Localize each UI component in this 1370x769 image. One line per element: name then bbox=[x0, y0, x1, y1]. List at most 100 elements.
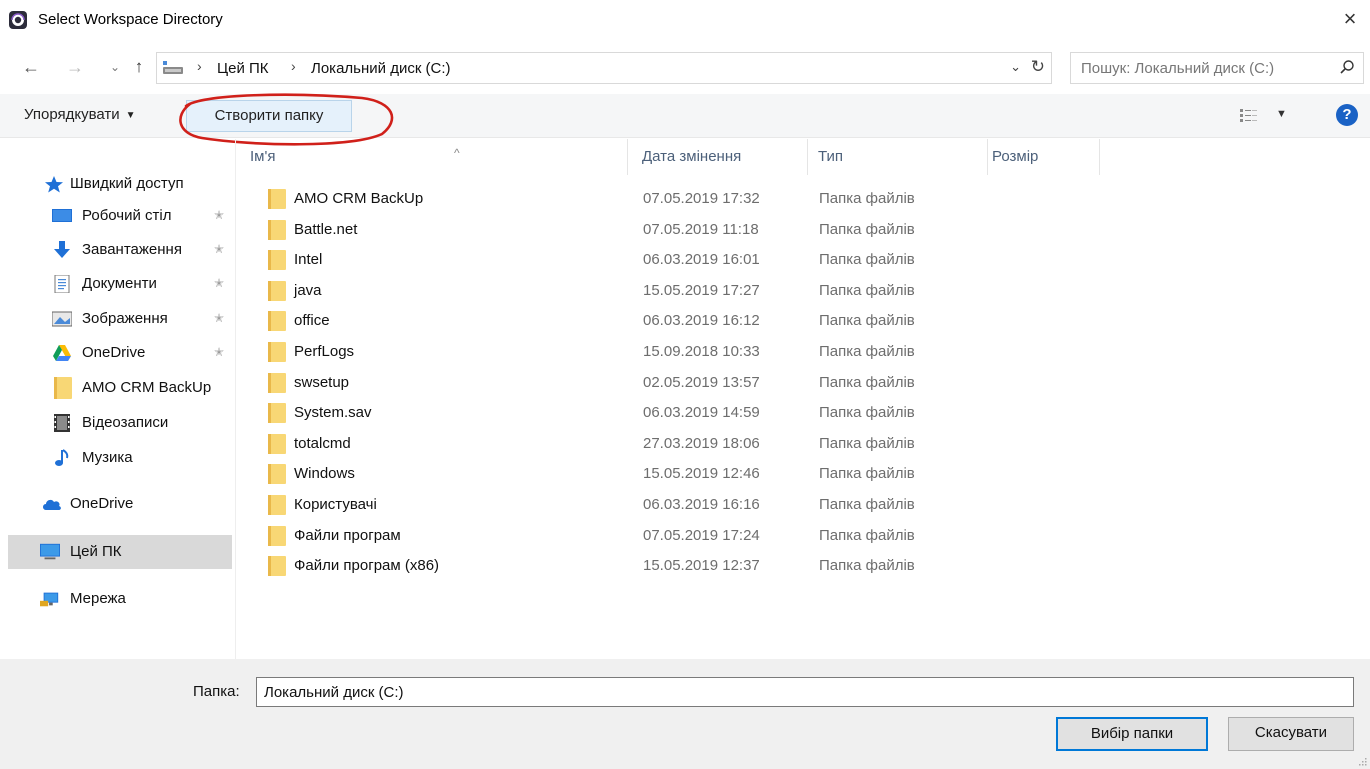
file-date: 15.05.2019 12:37 bbox=[643, 557, 760, 575]
forward-button[interactable]: → bbox=[64, 56, 86, 78]
file-name: PerfLogs bbox=[294, 343, 355, 360]
breadcrumb-separator: › bbox=[197, 58, 202, 74]
download-icon bbox=[54, 241, 70, 258]
file-date: 15.05.2019 12:46 bbox=[643, 465, 760, 483]
folder-icon bbox=[268, 525, 286, 546]
table-row[interactable]: office 06.03.2019 16:12 Папка файлів bbox=[258, 306, 1028, 336]
file-date: 06.03.2019 14:59 bbox=[643, 404, 760, 422]
table-row[interactable]: totalcmd 27.03.2019 18:06 Папка файлів bbox=[258, 429, 1028, 459]
breadcrumb-this-pc[interactable]: Цей ПК bbox=[217, 60, 269, 77]
sidebar-item-label: Робочий стіл bbox=[82, 207, 172, 224]
sidebar-item-pictures[interactable]: Зображення ✭ bbox=[8, 302, 232, 336]
table-row[interactable]: System.sav 06.03.2019 14:59 Папка файлів bbox=[258, 398, 1028, 428]
search-placeholder: Пошук: Локальний диск (C:) bbox=[1081, 60, 1275, 77]
sidebar-item-downloads[interactable]: Завантаження ✭ bbox=[8, 233, 232, 267]
pin-icon[interactable]: ✭ bbox=[214, 208, 224, 222]
sort-ascending-icon: ^ bbox=[454, 146, 460, 160]
address-dropdown-icon[interactable]: ⌄ bbox=[1010, 59, 1021, 75]
column-header-name[interactable]: Ім'я ^ bbox=[250, 139, 628, 175]
table-row[interactable]: AMO CRM BackUp 07.05.2019 17:32 Папка файл… bbox=[258, 184, 1028, 214]
file-date: 07.05.2019 17:32 bbox=[643, 190, 760, 207]
organize-button[interactable]: Упорядкувати ▼ bbox=[24, 106, 136, 123]
folder-icon bbox=[268, 556, 286, 577]
recent-locations-button[interactable]: ⌄ bbox=[104, 56, 126, 78]
pin-icon[interactable]: ✭ bbox=[214, 311, 224, 325]
breadcrumb-separator: › bbox=[291, 58, 296, 74]
file-name: swsetup bbox=[294, 373, 350, 391]
file-name: totalcmd bbox=[294, 434, 351, 452]
table-row[interactable]: Файли програм (x86) 15.05.2019 12:37 Папка… bbox=[258, 551, 1028, 581]
address-bar[interactable]: › Цей ПК › Локальний диск (C:) ⌄ ↻ bbox=[156, 52, 1052, 84]
file-type: Папка файлів bbox=[819, 343, 915, 360]
help-icon[interactable]: ? bbox=[1336, 104, 1358, 126]
up-button[interactable]: ↑ bbox=[128, 56, 150, 78]
new-folder-button[interactable]: Створити папку bbox=[186, 100, 352, 132]
sidebar-item-network[interactable]: Мережа bbox=[8, 582, 232, 616]
sidebar-item-label: Швидкий доступ bbox=[70, 175, 184, 192]
search-input[interactable]: Пошук: Локальний диск (C:) bbox=[1070, 52, 1364, 84]
folder-icon bbox=[268, 342, 286, 362]
table-row[interactable]: java 15.05.2019 17:27 Папка файлів bbox=[258, 276, 1028, 306]
refresh-icon[interactable]: ↻ bbox=[1031, 57, 1045, 77]
file-name: Intel bbox=[294, 251, 323, 269]
sidebar-item-label: Музика bbox=[82, 449, 133, 466]
file-date: 02.05.2019 13:57 bbox=[643, 373, 760, 391]
file-type: Папка файлів bbox=[819, 434, 915, 452]
sidebar-item-label: Завантаження bbox=[82, 241, 182, 258]
view-options-icon[interactable] bbox=[1240, 109, 1258, 123]
file-name: Користувачі bbox=[294, 496, 377, 513]
pin-icon[interactable]: ✭ bbox=[214, 276, 224, 290]
resize-grip-icon[interactable] bbox=[1357, 756, 1367, 766]
computer-icon bbox=[40, 543, 60, 560]
network-icon bbox=[40, 592, 59, 607]
pin-icon[interactable]: ✭ bbox=[214, 345, 224, 359]
sidebar-item-videos[interactable]: Відеозаписи bbox=[8, 406, 232, 440]
table-row[interactable]: Windows 15.05.2019 12:46 Папка файлів bbox=[258, 459, 1028, 489]
command-bar: Упорядкувати ▼ Створити папку ▼ ? bbox=[0, 94, 1370, 138]
file-name: Battle.net bbox=[294, 220, 358, 238]
sidebar-item-desktop[interactable]: Робочий стіл ✭ bbox=[8, 199, 232, 233]
close-button[interactable]: × bbox=[1338, 6, 1362, 32]
sidebar-item-music[interactable]: Музика bbox=[8, 441, 232, 475]
file-name: Windows bbox=[294, 465, 355, 483]
navigation-pane: Швидкий доступ Робочий стіл ✭ Завантажен… bbox=[0, 139, 236, 659]
table-row[interactable]: Intel 06.03.2019 16:01 Папка файлів bbox=[258, 245, 1028, 275]
table-row[interactable]: Користувачі 06.03.2019 16:16 Папка файлів bbox=[258, 490, 1028, 520]
sidebar-item-amo-crm-backup[interactable]: AMO CRM BackUp bbox=[8, 371, 232, 405]
breadcrumb-local-disk[interactable]: Локальний диск (C:) bbox=[311, 60, 451, 77]
videos-icon bbox=[54, 414, 70, 432]
sidebar-item-label: Цей ПК bbox=[70, 543, 122, 560]
sidebar-item-documents[interactable]: Документи ✭ bbox=[8, 267, 232, 301]
column-header-type[interactable]: Тип bbox=[818, 139, 988, 175]
file-type: Папка файлів bbox=[819, 465, 915, 483]
folder-icon bbox=[268, 280, 286, 301]
close-icon: × bbox=[1343, 6, 1357, 31]
google-drive-icon bbox=[53, 345, 71, 361]
sidebar-item-label: OneDrive bbox=[82, 344, 146, 361]
sidebar-item-onedrive[interactable]: OneDrive bbox=[8, 487, 232, 521]
select-folder-button[interactable]: Вибір папки bbox=[1056, 717, 1208, 751]
column-label: Ім'я bbox=[250, 148, 276, 165]
view-dropdown-icon[interactable]: ▼ bbox=[1276, 108, 1287, 120]
table-row[interactable]: swsetup 02.05.2019 13:57 Папка файлів bbox=[258, 368, 1028, 398]
sidebar-item-label: Відеозаписи bbox=[82, 414, 169, 431]
sidebar-item-this-pc[interactable]: Цей ПК bbox=[8, 535, 232, 569]
column-header-date[interactable]: Дата змінення bbox=[642, 139, 808, 175]
back-button[interactable]: ← bbox=[20, 56, 42, 78]
table-row[interactable]: Battle.net 07.05.2019 11:18 Папка файлів bbox=[258, 215, 1028, 245]
file-type: Папка файлів bbox=[819, 373, 915, 391]
column-header-size[interactable]: Розмір bbox=[992, 139, 1100, 175]
sidebar-item-label: Мережа bbox=[70, 590, 126, 607]
sidebar-item-quick-access[interactable]: Швидкий доступ bbox=[8, 167, 232, 201]
sidebar-item-onedrive-pinned[interactable]: OneDrive ✭ bbox=[8, 336, 232, 370]
folder-name-field[interactable] bbox=[256, 677, 1354, 707]
folder-icon bbox=[268, 372, 286, 393]
cancel-button[interactable]: Скасувати bbox=[1228, 717, 1354, 751]
cloud-icon bbox=[43, 499, 61, 510]
file-date: 06.03.2019 16:16 bbox=[643, 496, 760, 513]
search-icon[interactable] bbox=[1339, 59, 1355, 75]
table-row[interactable]: PerfLogs 15.09.2018 10:33 Папка файлів bbox=[258, 337, 1028, 367]
sidebar-item-label: Зображення bbox=[82, 310, 168, 327]
table-row[interactable]: Файли програм 07.05.2019 17:24 Папка файлі… bbox=[258, 521, 1028, 551]
pin-icon[interactable]: ✭ bbox=[214, 242, 224, 256]
